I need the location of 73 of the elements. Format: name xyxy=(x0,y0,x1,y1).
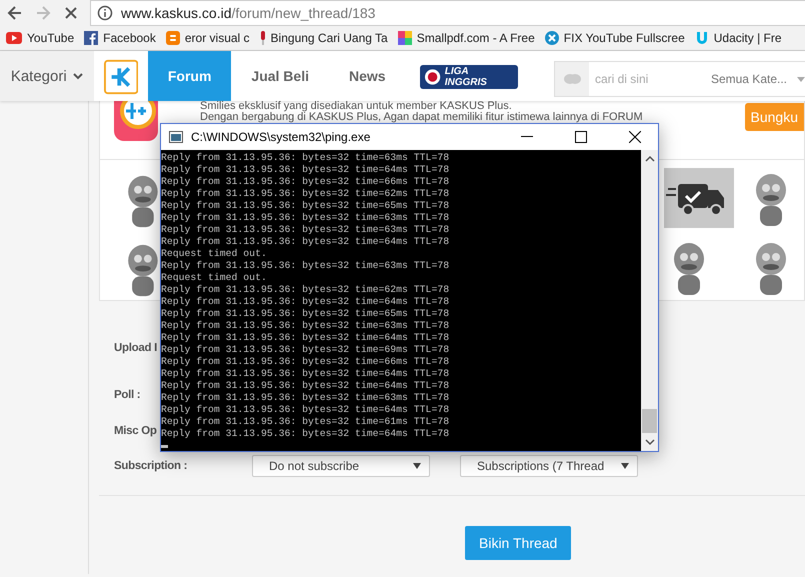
back-icon[interactable] xyxy=(6,4,24,22)
console-line: Reply from 31.13.95.36: bytes=32 time=63ms TTL=78 xyxy=(161,152,450,164)
console-line: Reply from 31.13.95.36: bytes=32 time=64ms TTL=78 xyxy=(161,236,450,248)
bookmark-link[interactable]: Bingung Cari Uang Ta xyxy=(260,31,388,45)
console-line: Reply from 31.13.95.36: bytes=32 time=65ms TTL=78 xyxy=(161,200,450,212)
console-line: Reply from 31.13.95.36: bytes=32 time=63ms TTL=78 xyxy=(161,224,450,236)
console-line: Reply from 31.13.95.36: bytes=32 time=61ms TTL=78 xyxy=(161,416,450,428)
promo-text: Dengan bergabung di KASKUS Plus, Agan dapat memiliki fitur istimewa lainnya di FORUM xyxy=(200,112,644,123)
bookmark-icon xyxy=(84,31,98,45)
promo-text: Smilies eksklusif yang disediakan untuk member KASKUS Plus. xyxy=(200,101,513,112)
subscription-select[interactable]: Do not subscribe xyxy=(252,455,430,477)
scrollbar-thumb[interactable] xyxy=(642,409,657,433)
field-label: Misc Op xyxy=(114,425,157,437)
console-line: Request timed out. xyxy=(161,272,268,284)
caret-icon xyxy=(797,76,805,82)
console-line: Reply from 31.13.95.36: bytes=32 time=63ms TTL=78 xyxy=(161,260,450,272)
console-line: Reply from 31.13.95.36: bytes=32 time=65ms TTL=78 xyxy=(161,308,450,320)
caret-icon xyxy=(621,463,629,469)
bookmark-link[interactable]: YouTube xyxy=(6,31,74,45)
bookmark-link[interactable]: FIX YouTube Fullscree xyxy=(544,31,685,45)
scope-dropdown[interactable]: Semua Kate... xyxy=(706,72,805,86)
text-cursor xyxy=(161,445,168,448)
bookmark-icon xyxy=(260,31,266,45)
field-label: Upload I xyxy=(114,342,157,354)
console-line: Reply from 31.13.95.36: bytes=32 time=64ms TTL=78 xyxy=(161,164,450,176)
subscription-select[interactable]: Subscriptions (7 Thread xyxy=(460,455,638,477)
window-title: C:\WINDOWS\system32\ping.exe xyxy=(191,130,372,144)
console-app-icon xyxy=(169,131,183,143)
console-line: Reply from 31.13.95.36: bytes=32 time=64ms TTL=78 xyxy=(161,296,450,308)
console-line: Reply from 31.13.95.36: bytes=32 time=64ms TTL=78 xyxy=(161,404,450,416)
console-line: Reply from 31.13.95.36: bytes=32 time=66ms TTL=78 xyxy=(161,356,450,368)
console-line: Reply from 31.13.95.36: bytes=32 time=64ms TTL=78 xyxy=(161,428,450,440)
site-logo[interactable] xyxy=(104,59,138,95)
console-line: Reply from 31.13.95.36: bytes=32 time=63ms TTL=78 xyxy=(161,212,450,224)
bookmark-icon xyxy=(398,31,412,45)
console-line: Reply from 31.13.95.36: bytes=32 time=69ms TTL=78 xyxy=(161,344,450,356)
caret-icon xyxy=(413,463,421,469)
console-line: Reply from 31.13.95.36: bytes=32 time=64ms TTL=78 xyxy=(161,380,450,392)
nav-tab[interactable]: News xyxy=(329,51,406,101)
url-host: www.kaskus.co.id xyxy=(121,5,232,21)
bookmark-link[interactable]: Smallpdf.com - A Free xyxy=(398,31,535,45)
bookmark-link[interactable]: Udacity | Fre xyxy=(694,31,782,45)
search-field[interactable]: cari di sini Semua Kate... xyxy=(554,61,805,97)
minimize-icon xyxy=(521,136,533,138)
address-field[interactable]: www.kaskus.co.id/forum/new_thread/183 xyxy=(90,0,805,26)
field-label: Poll : xyxy=(114,389,140,401)
bookmark-icon xyxy=(544,31,559,45)
close-icon xyxy=(629,131,641,143)
scroll-up-icon[interactable] xyxy=(644,154,654,164)
console-line: Request timed out. xyxy=(161,248,268,260)
bookmark-icon xyxy=(694,31,709,45)
url-path: /forum/new_thread/183 xyxy=(231,5,376,21)
scroll-down-icon[interactable] xyxy=(644,437,654,447)
bookmark-icon xyxy=(166,31,180,45)
chat-icon xyxy=(562,73,581,85)
console-line: Reply from 31.13.95.36: bytes=32 time=63ms TTL=78 xyxy=(161,320,450,332)
nav-tab[interactable]: Jual Beli xyxy=(231,51,329,101)
console-line: Reply from 31.13.95.36: bytes=32 time=62ms TTL=78 xyxy=(161,284,450,296)
bookmark-link[interactable]: eror visual c xyxy=(166,31,250,45)
chevron-icon xyxy=(72,72,83,80)
console-line: Reply from 31.13.95.36: bytes=32 time=64ms TTL=78 xyxy=(161,368,450,380)
league-logo[interactable]: LIGA INGGRIS xyxy=(420,65,518,89)
maximize-icon xyxy=(575,131,587,143)
truck-icon[interactable] xyxy=(664,168,734,228)
console-line: Reply from 31.13.95.36: bytes=32 time=62ms TTL=78 xyxy=(161,188,450,200)
bookmark-link[interactable]: Facebook xyxy=(84,31,156,45)
category-menu[interactable]: Kategori xyxy=(0,51,94,101)
console-line: Reply from 31.13.95.36: bytes=32 time=66ms TTL=78 xyxy=(161,176,450,188)
field-label: Subscription : xyxy=(114,460,188,472)
console-line: Reply from 31.13.95.36: bytes=32 time=64ms TTL=78 xyxy=(161,332,450,344)
console-line: Reply from 31.13.95.36: bytes=32 time=63ms TTL=78 xyxy=(161,392,450,404)
info-icon xyxy=(97,5,113,21)
bookmark-icon xyxy=(6,32,22,44)
